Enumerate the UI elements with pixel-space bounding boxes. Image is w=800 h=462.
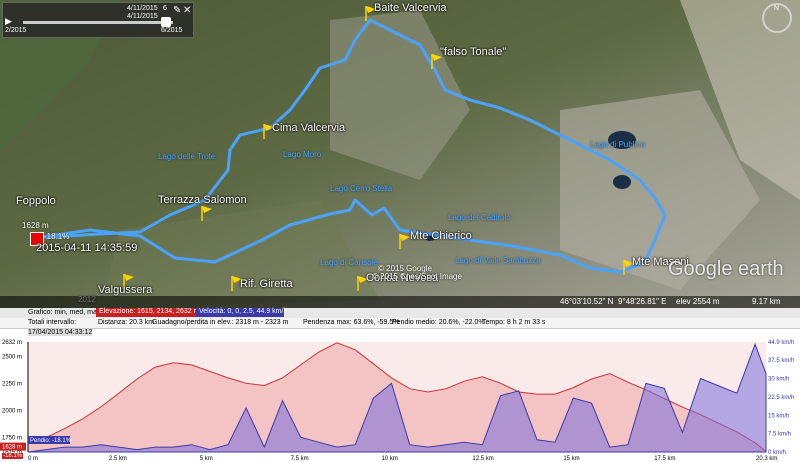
cursor-grade-label: -18.1% (2, 453, 24, 459)
y-left-tick: 1750 m (2, 435, 22, 441)
total-gain: Guadagno/perdita in elev.: 2318 m - 2323… (152, 319, 289, 326)
google-earth-watermark: Google earth (668, 258, 784, 280)
x-tick: 10 km (382, 456, 398, 462)
y-right-tick: 44.9 km/h (768, 340, 794, 346)
place-foppolo[interactable]: Foppolo (16, 195, 56, 207)
x-tick: 12.5 km (472, 456, 493, 462)
marker-elev: 1628 m (22, 221, 49, 230)
cursor-slope-label: Pendio: -18.1% (30, 438, 72, 444)
navigation-controls[interactable]: N (742, 0, 800, 40)
avg-slope: Pendio medio: 20.6%, -22.0% (392, 319, 485, 326)
status-bar: 46°03'10.52" N 9°48'26.81" E elev 2554 m… (0, 296, 800, 308)
time-slider-track[interactable] (23, 21, 173, 24)
lake-label: Lago Moro (283, 150, 322, 159)
place-falso-tonale[interactable]: "falso Tonale" (440, 46, 506, 58)
time-right-label: 6/2015 (161, 27, 183, 34)
status-elev: elev 2554 m (676, 297, 720, 306)
x-tick: 20.3 km (756, 456, 777, 462)
lake-label: Lago di Valle Sambuzza (455, 256, 541, 265)
y-left-tick: 2000 m (2, 408, 22, 414)
x-tick: 17.5 km (654, 456, 675, 462)
status-lon: 9°48'26.81" E (618, 297, 667, 306)
place-cima-valcervia[interactable]: Cima Valcervia (272, 122, 345, 134)
profile-chart[interactable]: 2632 m2500 m2250 m2000 m1750 m1615 m44.9… (0, 338, 800, 462)
y-left-tick: 2632 m (2, 340, 22, 346)
time-slider-handle[interactable] (161, 17, 171, 27)
place-mte-chierico[interactable]: Mte Chierico (410, 230, 472, 242)
y-right-tick: 7.5 km/h (768, 432, 791, 438)
x-tick: 7.5 km (291, 456, 309, 462)
lake-label: Lago Cerro Stella (330, 184, 393, 193)
x-tick: 2.5 km (109, 456, 127, 462)
status-eye: 9.17 km (752, 297, 781, 306)
y-right-tick: 37.5 km/h (768, 358, 794, 364)
y-right-tick: 30 km/h (768, 377, 789, 383)
time-end: 4/11/2015 (127, 13, 158, 20)
elevation-profile-panel[interactable]: Grafico: min, med, max Elevazione: 1615,… (0, 308, 800, 462)
close-icon[interactable]: ✕ (183, 5, 191, 16)
placemark-pin-icon[interactable] (200, 204, 214, 222)
time-left-label: 2/2015 (5, 27, 27, 34)
svg-text:N: N (774, 5, 779, 12)
marker-grade: -18.1% (44, 232, 70, 241)
status-lat: 46°03'10.52" N (560, 297, 614, 306)
cursor-elev-label: 1628 m (2, 445, 22, 451)
place-valgussera[interactable]: Valgussera (98, 284, 152, 296)
lake-label: Lago del Cadirolo (448, 213, 511, 222)
lake-label: Lago di Publino (590, 140, 646, 149)
time-start: 4/11/2015 (127, 5, 158, 12)
marker-time: 2015-04-11 14:35:59 (36, 242, 138, 254)
x-tick: 0 m (28, 456, 38, 462)
time-slider-panel[interactable]: 4/11/2015 6 4/11/2015 2/2015 6/2015 ▶ ✎ … (2, 2, 194, 38)
wrench-icon[interactable]: ✎ (173, 5, 181, 16)
lake-label: Lago di Carisole (320, 258, 378, 267)
place-terrazza-salomon[interactable]: Terrazza Salomon (158, 194, 247, 206)
lake-label: Lago delle Trote (158, 152, 216, 161)
play-icon[interactable]: ▶ (5, 17, 12, 27)
place-baite-valcervia[interactable]: Baite Valcervia (374, 2, 447, 14)
y-left-tick: 2500 m (2, 354, 22, 360)
total-distance: Distanza: 20.3 km (98, 319, 155, 326)
y-right-tick: 22.5 km/h (768, 395, 794, 401)
profile-row1-label: Grafico: min, med, max (28, 309, 101, 316)
copyright-2: © 2015 Cnes/Spot Image (372, 272, 462, 281)
y-left-tick: 2250 m (2, 381, 22, 387)
map-view[interactable]: 4/11/2015 6 4/11/2015 2/2015 6/2015 ▶ ✎ … (0, 0, 800, 308)
cursor-time-tag: 17/04/2015 04:33:12 (28, 329, 93, 336)
max-slope: Pendenza max: 63.6%, -59.5% (303, 319, 400, 326)
speed-legend[interactable]: Velocità: 0, 0, 2.5, 44.9 km/h (196, 308, 287, 317)
time-end-short: 6 (163, 5, 167, 12)
elevation-legend[interactable]: Elevazione: 1615, 2134, 2632 m (96, 308, 203, 317)
x-tick: 15 km (563, 456, 579, 462)
y-right-tick: 15 km/h (768, 413, 789, 419)
place-rif-giretta[interactable]: Rif. Giretta (240, 278, 293, 290)
x-tick: 5 km (200, 456, 213, 462)
total-time: Tempo: 8 h 2 m 33 s (482, 319, 546, 326)
totals-label: Totali intervallo: (28, 319, 77, 326)
